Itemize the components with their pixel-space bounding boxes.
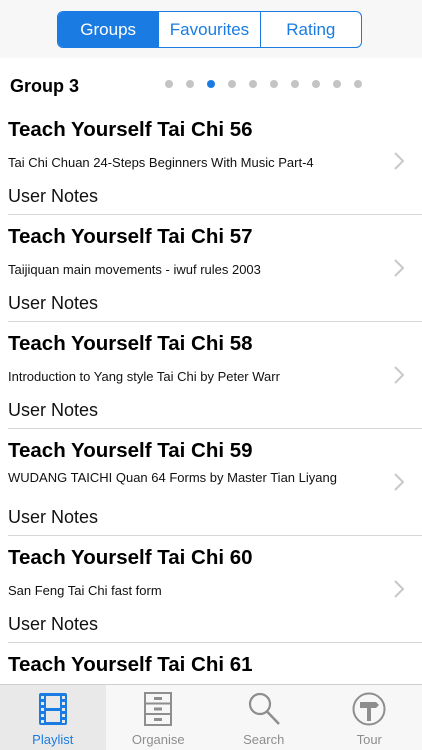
page-dot[interactable] bbox=[228, 80, 236, 88]
list-item[interactable]: Teach Yourself Tai Chi 56 Tai Chi Chuan … bbox=[8, 108, 422, 215]
group-header: Group 3 bbox=[0, 58, 422, 110]
page-dot[interactable] bbox=[186, 80, 194, 88]
page-dot[interactable] bbox=[270, 80, 278, 88]
item-user-notes[interactable]: User Notes bbox=[8, 186, 98, 207]
item-subtitle: Tai Chi Chuan 24-Steps Beginners With Mu… bbox=[8, 155, 314, 170]
magnifier-icon bbox=[248, 692, 280, 725]
list-item[interactable]: Teach Yourself Tai Chi 59 WUDANG TAICHI … bbox=[8, 429, 422, 536]
item-user-notes[interactable]: User Notes bbox=[8, 507, 98, 528]
item-subtitle: WUDANG TAICHI Quan 64 Forms by Master Ti… bbox=[8, 470, 337, 485]
item-title: Teach Yourself Tai Chi 60 bbox=[8, 546, 253, 569]
item-title: Teach Yourself Tai Chi 56 bbox=[8, 118, 253, 141]
tab-playlist[interactable]: Playlist bbox=[0, 685, 106, 750]
item-user-notes[interactable]: User Notes bbox=[8, 614, 98, 635]
top-bar: Groups Favourites Rating bbox=[0, 0, 422, 58]
tab-tour[interactable]: Tour bbox=[317, 685, 422, 750]
cabinet-icon bbox=[144, 692, 173, 726]
item-title: Teach Yourself Tai Chi 58 bbox=[8, 332, 253, 355]
item-title: Teach Yourself Tai Chi 59 bbox=[8, 439, 253, 462]
segment-favourites[interactable]: Favourites bbox=[158, 12, 259, 47]
list-item[interactable]: Teach Yourself Tai Chi 58 Introduction t… bbox=[8, 322, 422, 429]
tab-label: Playlist bbox=[32, 732, 74, 747]
tab-label: Organise bbox=[131, 732, 185, 747]
segment-rating[interactable]: Rating bbox=[259, 12, 361, 47]
item-title: Teach Yourself Tai Chi 61 bbox=[8, 653, 253, 676]
signpost-icon bbox=[352, 692, 386, 726]
film-icon bbox=[38, 693, 67, 725]
page-dot[interactable] bbox=[291, 80, 299, 88]
chevron-right-icon[interactable] bbox=[394, 580, 404, 598]
chevron-right-icon[interactable] bbox=[394, 366, 404, 384]
page-dot[interactable] bbox=[333, 80, 341, 88]
segment-groups[interactable]: Groups bbox=[58, 12, 159, 47]
item-subtitle: Introduction to Yang style Tai Chi by Pe… bbox=[8, 369, 280, 384]
list-item[interactable]: Teach Yourself Tai Chi 61 bbox=[8, 643, 422, 684]
page-dot[interactable] bbox=[165, 80, 173, 88]
chevron-right-icon[interactable] bbox=[394, 259, 404, 277]
tab-search[interactable]: Search bbox=[211, 685, 317, 750]
list-item[interactable]: Teach Yourself Tai Chi 60 San Feng Tai C… bbox=[8, 536, 422, 643]
tab-organise[interactable]: Organise bbox=[106, 685, 212, 750]
item-subtitle: Taijiquan main movements - iwuf rules 20… bbox=[8, 262, 261, 277]
segmented-control: Groups Favourites Rating bbox=[57, 11, 362, 48]
group-title: Group 3 bbox=[10, 76, 80, 96]
chevron-right-icon[interactable] bbox=[394, 152, 404, 170]
item-subtitle: San Feng Tai Chi fast form bbox=[8, 583, 162, 598]
playlist-list: Teach Yourself Tai Chi 56 Tai Chi Chuan … bbox=[0, 108, 422, 684]
page-dot[interactable] bbox=[312, 80, 320, 88]
page-dot[interactable] bbox=[249, 80, 257, 88]
item-title: Teach Yourself Tai Chi 57 bbox=[8, 225, 253, 248]
list-item[interactable]: Teach Yourself Tai Chi 57 Taijiquan main… bbox=[8, 215, 422, 322]
page-indicator[interactable] bbox=[165, 80, 362, 88]
item-user-notes[interactable]: User Notes bbox=[8, 293, 98, 314]
tab-bar: Playlist Organise Search Tour bbox=[0, 684, 422, 750]
page-dot-active[interactable] bbox=[207, 80, 215, 88]
tab-label: Tour bbox=[356, 732, 382, 747]
chevron-right-icon[interactable] bbox=[394, 473, 404, 491]
tab-label: Search bbox=[243, 732, 285, 747]
page-dot[interactable] bbox=[354, 80, 362, 88]
item-user-notes[interactable]: User Notes bbox=[8, 400, 98, 421]
